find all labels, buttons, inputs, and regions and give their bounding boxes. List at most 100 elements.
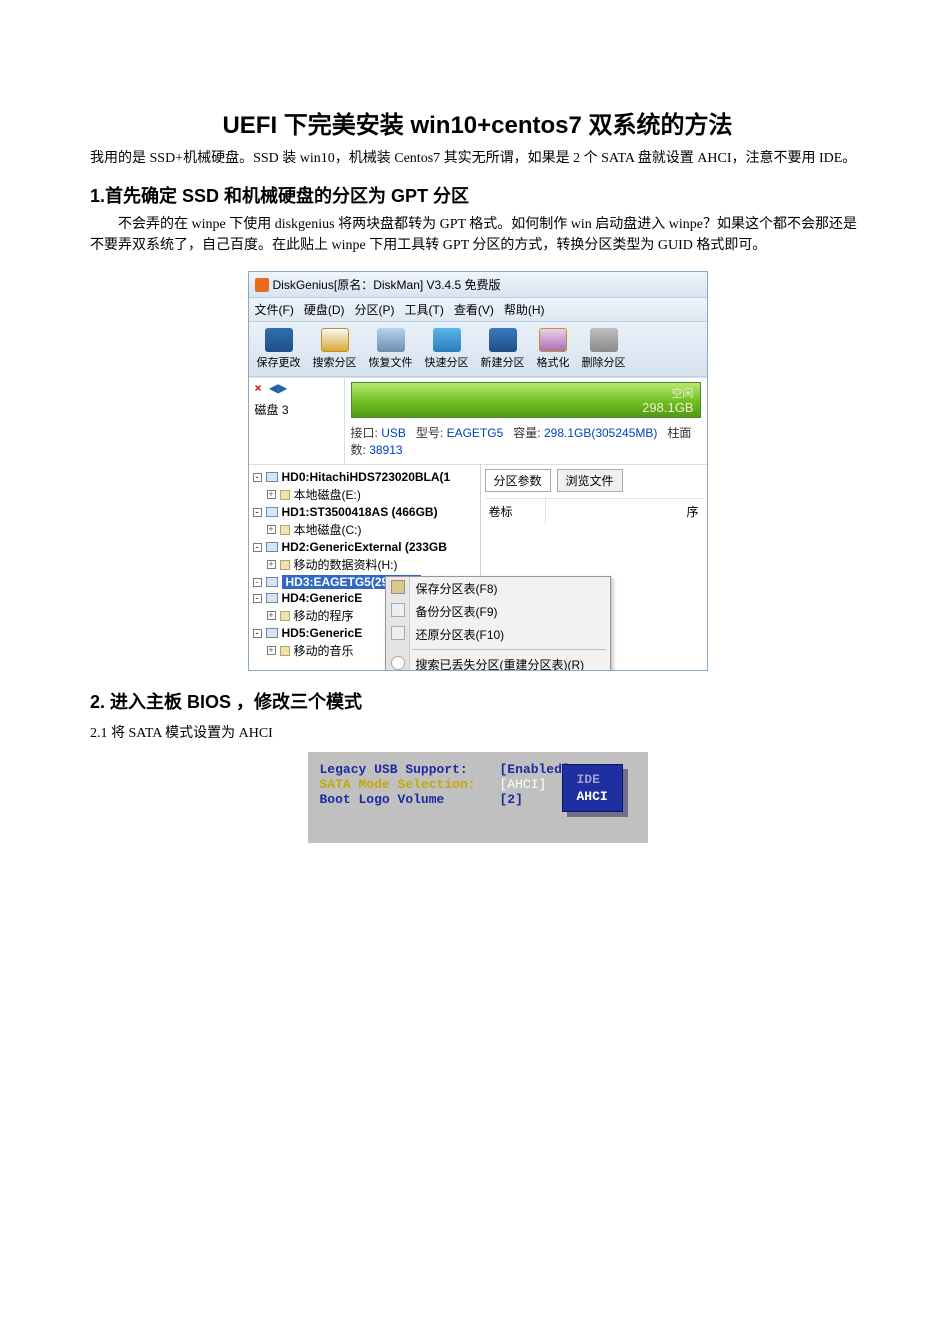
tree-hd2-vol[interactable]: + 移动的数据资料(H:)	[253, 555, 478, 574]
ctx-search-lost[interactable]: 搜索已丢失分区(重建分区表)(R)	[386, 653, 610, 671]
subheading-21: 2.1 将 SATA 模式设置为 AHCI	[90, 722, 865, 742]
ctx-save-table[interactable]: 保存分区表(F8)	[386, 577, 610, 600]
tree-hd2[interactable]: - HD2:GenericExternal (233GB	[253, 539, 473, 555]
partition-bar-label: 空闲	[672, 385, 694, 401]
menu-file[interactable]: 文件(F)	[255, 301, 294, 318]
tree-hd4-label: HD4:GenericE	[282, 591, 363, 605]
menu-bar: 文件(F) 硬盘(D) 分区(P) 工具(T) 查看(V) 帮助(H)	[249, 298, 707, 322]
tree-hd0-vol-label: 本地磁盘(E:)	[294, 486, 361, 503]
tool-recover[interactable]: 恢复文件	[365, 326, 417, 372]
collapse-icon[interactable]: -	[253, 594, 262, 603]
tree-hd5-vol-label: 移动的音乐	[294, 642, 354, 659]
volume-icon	[280, 490, 290, 500]
bios-dropdown: IDE AHCI	[562, 764, 623, 812]
tree-hd0[interactable]: - HD0:HitachiHDS723020BLA(1	[253, 469, 473, 485]
expand-icon[interactable]: +	[267, 560, 276, 569]
menu-part[interactable]: 分区(P)	[355, 301, 395, 318]
nav-arrows-icon[interactable]: ◀▶	[269, 381, 287, 395]
bios-option-ide[interactable]: IDE	[575, 771, 610, 788]
expand-icon[interactable]: +	[267, 611, 276, 620]
search-icon	[391, 656, 405, 670]
collapse-icon[interactable]: -	[253, 578, 262, 587]
hdd-icon	[266, 542, 278, 552]
tool-new-label: 新建分区	[481, 354, 525, 370]
info-cap-v: 298.1GB(305245MB)	[544, 426, 657, 440]
tab-browse[interactable]: 浏览文件	[557, 469, 623, 492]
tree-hd4-vol-label: 移动的程序	[294, 607, 354, 624]
menu-disk[interactable]: 硬盘(D)	[304, 301, 345, 318]
disk-index-label: 磁盘 3	[255, 401, 338, 418]
tool-search[interactable]: 搜索分区	[309, 326, 361, 372]
document-page: UEFI 下完美安装 win10+centos7 双系统的方法 我用的是 SSD…	[0, 0, 945, 883]
recover-icon	[377, 328, 405, 352]
collapse-icon[interactable]: -	[253, 508, 262, 517]
expand-icon[interactable]: +	[267, 490, 276, 499]
tool-quick-label: 快速分区	[425, 354, 469, 370]
expand-icon[interactable]: +	[267, 525, 276, 534]
heading-1: 1.首先确定 SSD 和机械硬盘的分区为 GPT 分区	[90, 182, 865, 208]
bios-screen: Legacy USB Support: [Enabled] SATA Mode …	[308, 752, 648, 843]
new-icon	[489, 328, 517, 352]
tool-new[interactable]: 新建分区	[477, 326, 529, 372]
menu-help[interactable]: 帮助(H)	[504, 301, 545, 318]
ctx-restore-table[interactable]: 还原分区表(F10)	[386, 623, 610, 646]
tree-hd2-label: HD2:GenericExternal (233GB	[282, 540, 447, 554]
disk-info-row: 接口: USB 型号: EAGETG5 容量: 298.1GB(305245MB…	[345, 418, 707, 464]
collapse-icon[interactable]: -	[253, 473, 262, 482]
ctx-backup-table[interactable]: 备份分区表(F9)	[386, 600, 610, 623]
page-title: UEFI 下完美安装 win10+centos7 双系统的方法	[90, 105, 865, 140]
toolbar: 保存更改 搜索分区 恢复文件 快速分区 新建分区 格式化 删除分区	[249, 322, 707, 377]
disk-tree: - HD0:HitachiHDS723020BLA(1 + 本地磁盘(E:) -…	[249, 465, 481, 670]
close-icon[interactable]: ×	[255, 381, 262, 395]
bios-option-ahci[interactable]: AHCI	[575, 788, 610, 805]
tool-delete-label: 删除分区	[582, 354, 626, 370]
ctx-i3-label: 还原分区表(F10)	[416, 628, 505, 642]
partition-bar-size: 298.1GB	[642, 400, 693, 415]
tab-params[interactable]: 分区参数	[485, 469, 551, 492]
tool-save[interactable]: 保存更改	[253, 326, 305, 372]
bios-boot-logo-k: Boot Logo Volume	[320, 792, 500, 807]
tree-hd1-vol[interactable]: + 本地磁盘(C:)	[253, 520, 478, 539]
volume-icon	[280, 560, 290, 570]
menu-tools[interactable]: 工具(T)	[405, 301, 444, 318]
search-icon	[321, 328, 349, 352]
tree-hd1[interactable]: - HD1:ST3500418AS (466GB)	[253, 504, 473, 520]
info-model-k: 型号:	[416, 426, 443, 440]
hdd-icon	[266, 628, 278, 638]
intro-text: 我用的是 SSD+机械硬盘。SSD 装 win10，机械装 Centos7 其实…	[90, 148, 865, 170]
collapse-icon[interactable]: -	[253, 543, 262, 552]
bios-legacy-usb-k: Legacy USB Support:	[320, 762, 500, 777]
tool-format[interactable]: 格式化	[533, 326, 574, 372]
bios-sata-mode-k: SATA Mode Selection:	[320, 777, 500, 792]
volume-icon	[280, 646, 290, 656]
intro-block: 我用的是 SSD+机械硬盘。SSD 装 win10，机械装 Centos7 其实…	[90, 148, 865, 170]
window-title: DiskGenius[原名：DiskMan] V3.4.5 免费版	[273, 276, 501, 293]
format-icon	[539, 328, 567, 352]
context-menu: 保存分区表(F8) 备份分区表(F9) 还原分区表(F10) 搜索已丢失分区(重…	[385, 576, 611, 671]
delete-icon	[590, 328, 618, 352]
disk-selector-pane: × ◀▶ 磁盘 3	[249, 378, 345, 464]
tool-quick[interactable]: 快速分区	[421, 326, 473, 372]
app-logo-icon	[255, 278, 269, 292]
ctx-i4-label: 搜索已丢失分区(重建分区表)(R)	[416, 658, 585, 671]
info-model-v: EAGETG5	[447, 426, 504, 440]
ctx-i1-label: 保存分区表(F8)	[416, 582, 498, 596]
collapse-icon[interactable]: -	[253, 629, 262, 638]
partition-bar[interactable]: 空闲 298.1GB	[351, 382, 701, 418]
restore-icon	[391, 626, 405, 640]
tool-delete[interactable]: 删除分区	[578, 326, 630, 372]
properties-row: 卷标 序	[485, 498, 703, 524]
hdd-icon	[266, 507, 278, 517]
info-cyl-v: 38913	[369, 443, 402, 457]
hdd-icon	[266, 593, 278, 603]
tool-format-label: 格式化	[537, 354, 570, 370]
menu-view[interactable]: 查看(V)	[454, 301, 494, 318]
info-cap-k: 容量:	[513, 426, 540, 440]
ctx-i2-label: 备份分区表(F9)	[416, 605, 498, 619]
hdd-icon	[266, 472, 278, 482]
heading-2: 2. 进入主板 BIOS ，修改三个模式	[90, 688, 865, 714]
volume-icon	[280, 611, 290, 621]
expand-icon[interactable]: +	[267, 646, 276, 655]
tree-hd0-vol[interactable]: + 本地磁盘(E:)	[253, 485, 478, 504]
volume-icon	[280, 525, 290, 535]
